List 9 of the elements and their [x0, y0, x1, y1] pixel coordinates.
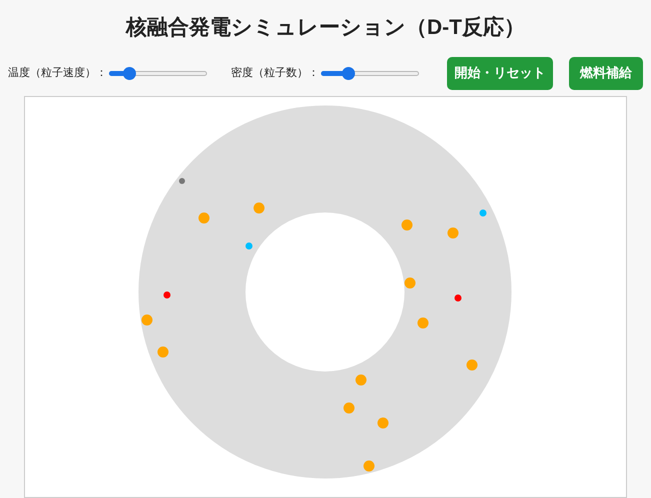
page-title: 核融合発電シミュレーション（D-T反応） [126, 14, 525, 41]
start-reset-button[interactable]: 開始・リセット [447, 56, 553, 90]
slider-thumb[interactable] [342, 66, 356, 80]
slider-label: 密度（粒子数）： [231, 66, 319, 81]
refuel-button[interactable]: 燃料補給 [568, 56, 643, 90]
slider-label: 温度（粒子速度）： [8, 66, 107, 81]
slider[interactable] [109, 66, 207, 80]
slider[interactable] [321, 66, 419, 80]
slider-thumb[interactable] [122, 66, 136, 80]
